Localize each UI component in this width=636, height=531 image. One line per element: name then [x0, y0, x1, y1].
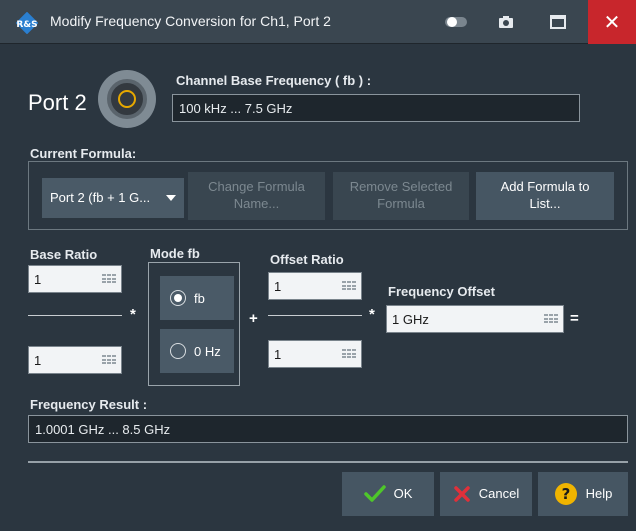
offset-ratio-numerator-value: 1 [274, 278, 282, 294]
close-icon: ✕ [603, 11, 621, 34]
help-label: Help [585, 485, 613, 501]
x-icon [454, 486, 470, 502]
svg-text:R&S: R&S [16, 20, 37, 30]
mode-fb-option-0hz-label: 0 Hz [194, 343, 221, 359]
frequency-offset-value: 1 GHz [392, 311, 429, 327]
channel-base-label: Channel Base Frequency ( fb ) : [176, 73, 372, 88]
cancel-label: Cancel [478, 485, 520, 501]
checkmark-icon [363, 485, 386, 502]
port-title: Port 2 [28, 90, 87, 115]
toggle-icon [445, 17, 467, 27]
channel-base-field: 100 kHz ... 7.5 GHz [172, 94, 580, 122]
rohde-schwarz-logo-icon: R&S [15, 11, 39, 35]
keypad-icon [102, 274, 116, 284]
maximize-button[interactable] [536, 0, 580, 44]
plus-operator: + [249, 310, 258, 327]
mode-fb-option-0hz[interactable]: 0 Hz [160, 329, 234, 373]
multiply-operator: * [130, 306, 136, 323]
caret-down-icon [166, 195, 176, 201]
remove-selected-formula-button[interactable]: Remove Selected Formula [333, 172, 469, 220]
frequency-result-field: 1.0001 GHz ... 8.5 GHz [28, 415, 628, 443]
base-ratio-denominator-value: 1 [34, 352, 42, 368]
offset-ratio-denominator-field[interactable]: 1 [268, 340, 362, 368]
formula-dropdown[interactable]: Port 2 (fb + 1 G... [42, 178, 184, 218]
multiply-operator: * [369, 306, 375, 323]
keypad-icon [544, 314, 558, 324]
mode-fb-option-fb[interactable]: fb [160, 276, 234, 320]
ok-button[interactable]: OK [342, 472, 434, 516]
screenshot-button[interactable] [488, 0, 524, 44]
title-bar: R&S Modify Frequency Conversion for Ch1,… [0, 0, 636, 44]
ok-label: OK [393, 485, 413, 501]
offset-ratio-denominator-value: 1 [274, 346, 282, 362]
close-button[interactable]: ✕ [588, 0, 636, 44]
base-ratio-numerator-field[interactable]: 1 [28, 265, 122, 293]
base-ratio-numerator-value: 1 [34, 271, 42, 287]
footer-divider [28, 461, 628, 463]
add-formula-to-list-button[interactable]: Add Formula to List... [476, 172, 614, 220]
base-ratio-divider [28, 315, 122, 316]
cancel-button[interactable]: Cancel [440, 472, 532, 516]
keypad-icon [342, 281, 356, 291]
keypad-icon [102, 355, 116, 365]
frequency-result-label: Frequency Result : [30, 397, 148, 412]
mode-fb-label: Mode fb [150, 246, 200, 261]
change-formula-name-button[interactable]: Change Formula Name... [188, 172, 325, 220]
equals-operator: = [570, 310, 579, 327]
formula-dropdown-value: Port 2 (fb + 1 G... [50, 189, 151, 205]
camera-icon [499, 16, 513, 28]
offset-ratio-label: Offset Ratio [270, 252, 344, 267]
svg-text:?: ? [561, 485, 570, 503]
base-ratio-denominator-field[interactable]: 1 [28, 346, 122, 374]
window-title: Modify Frequency Conversion for Ch1, Por… [50, 13, 331, 29]
help-button[interactable]: ? Help [538, 472, 628, 516]
question-icon: ? [554, 483, 577, 505]
offset-ratio-divider [268, 315, 362, 316]
radio-selected-icon [170, 290, 186, 306]
base-ratio-label: Base Ratio [30, 247, 98, 262]
mode-fb-option-fb-label: fb [194, 290, 205, 306]
offset-ratio-numerator-field[interactable]: 1 [268, 272, 362, 300]
toggle-button[interactable] [436, 0, 476, 44]
frequency-offset-field[interactable]: 1 GHz [386, 305, 564, 333]
radio-unselected-icon [170, 343, 186, 359]
maximize-icon [550, 15, 566, 29]
keypad-icon [342, 349, 356, 359]
current-formula-label: Current Formula: [30, 146, 137, 161]
frequency-offset-label: Frequency Offset [388, 284, 495, 299]
port-connector-icon [98, 70, 156, 128]
